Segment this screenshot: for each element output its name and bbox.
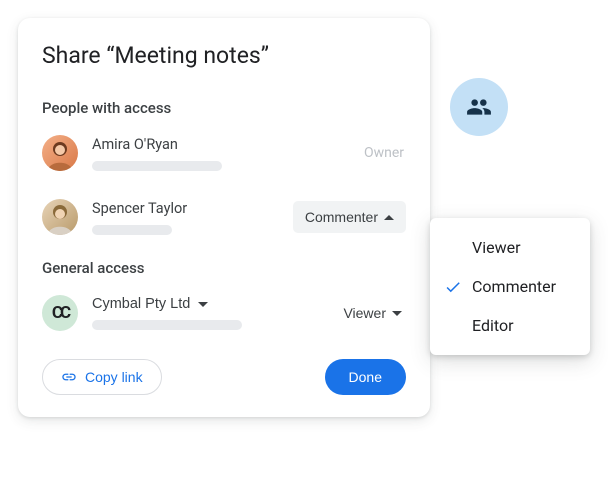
person-name: Spencer Taylor (92, 200, 293, 217)
org-avatar: CC (42, 295, 78, 331)
placeholder-line (92, 161, 222, 171)
done-button[interactable]: Done (325, 359, 406, 395)
role-menu: Viewer Commenter Editor (430, 218, 590, 355)
caret-up-icon (384, 215, 394, 220)
org-name: Cymbal Pty Ltd (92, 296, 190, 312)
person-info: Spencer Taylor (92, 200, 293, 235)
people-section-label: People with access (42, 99, 406, 117)
person-info: Amira O'Ryan (92, 136, 364, 171)
placeholder-line (92, 320, 242, 330)
share-dialog: Share “Meeting notes” People with access… (18, 18, 430, 417)
caret-down-icon (392, 311, 402, 316)
share-badge (450, 78, 508, 136)
role-option-viewer[interactable]: Viewer (430, 228, 590, 267)
role-option-label: Commenter (472, 277, 556, 296)
dialog-title: Share “Meeting notes” (42, 42, 406, 69)
people-icon (466, 94, 492, 120)
role-dropdown-viewer[interactable]: Viewer (339, 297, 406, 329)
copy-link-label: Copy link (85, 369, 143, 385)
check-icon (444, 278, 462, 296)
dialog-footer: Copy link Done (42, 359, 406, 395)
role-option-editor[interactable]: Editor (430, 306, 590, 345)
person-icon (42, 199, 78, 235)
org-row: CC Cymbal Pty Ltd Viewer (42, 291, 406, 335)
caret-down-icon (198, 302, 208, 307)
role-option-label: Viewer (472, 238, 521, 257)
role-dropdown-label: Commenter (305, 209, 378, 225)
role-option-label: Editor (472, 316, 513, 335)
placeholder-line (92, 225, 172, 235)
role-dropdown-commenter[interactable]: Commenter (293, 201, 406, 233)
person-row: Spencer Taylor Commenter (42, 195, 406, 239)
general-section-label: General access (42, 259, 406, 277)
person-name: Amira O'Ryan (92, 136, 364, 153)
avatar (42, 199, 78, 235)
person-icon (42, 135, 78, 171)
copy-link-button[interactable]: Copy link (42, 359, 162, 395)
org-info: Cymbal Pty Ltd (92, 296, 339, 330)
org-scope-dropdown[interactable]: Cymbal Pty Ltd (92, 296, 339, 312)
role-option-commenter[interactable]: Commenter (430, 267, 590, 306)
role-label-owner: Owner (364, 145, 404, 161)
link-icon (61, 369, 77, 385)
person-row: Amira O'Ryan Owner (42, 131, 406, 175)
role-dropdown-label: Viewer (343, 305, 386, 321)
avatar (42, 135, 78, 171)
